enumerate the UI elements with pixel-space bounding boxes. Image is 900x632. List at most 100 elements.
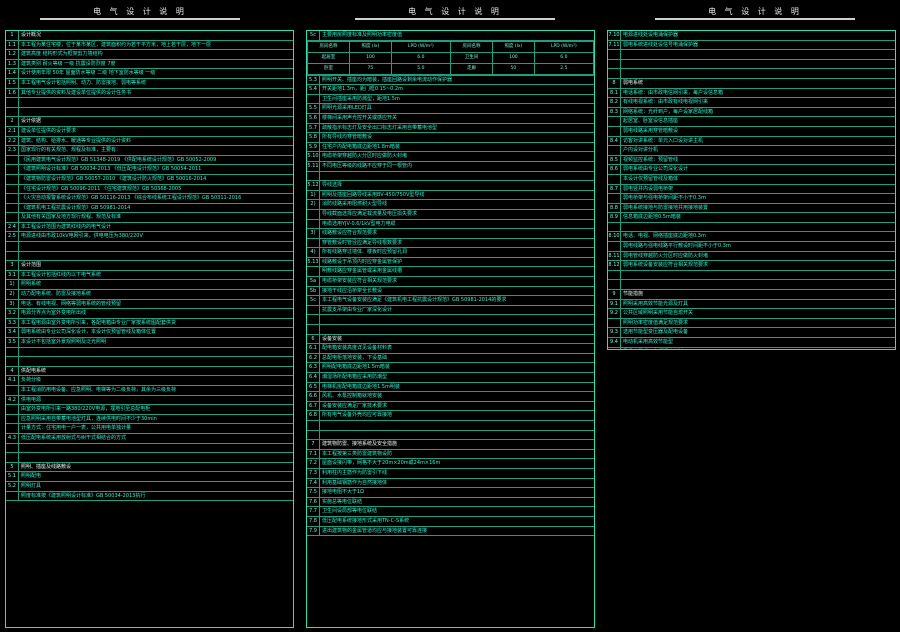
note-row: 8.2 有线电视系统：由市政有线电视网引来 bbox=[608, 98, 895, 108]
row-number: 8.2 bbox=[608, 98, 621, 107]
sheet-3: 7.10 电源进线处设电涌保护器 7.11 弱电系统进线处设信号电涌保护器 8 弱电系统 8… bbox=[607, 30, 896, 350]
row-number bbox=[307, 171, 320, 181]
note-row: 起居室、卧室设信息插座 bbox=[608, 117, 895, 127]
row-number: 8.8 bbox=[608, 203, 621, 213]
note-row: 2.4 本工程设计范围为建筑红线内的电气设计 bbox=[6, 222, 293, 233]
row-number bbox=[608, 146, 621, 155]
note-row: 7.3 利用柱内主筋作为防雷引下线 bbox=[307, 468, 594, 479]
note-text: 楼梯间采用声光控开关或感应开关 bbox=[322, 114, 398, 121]
note-text: 弱电线路采用穿管暗敷设 bbox=[623, 127, 679, 134]
row-number: 8.10 bbox=[608, 232, 621, 242]
title-3: 电 气 设 计 说 明 bbox=[708, 7, 802, 16]
note-text: 照明及插座回路导线采用BV-450/750V型导线 bbox=[322, 191, 425, 198]
illuminance-table: 5c 主要用房照度标准及照明功率密度值 房间名称 照度 (lx) LPD (W/m²… bbox=[307, 31, 594, 76]
note-text: 弱电系统进线处设信号电涌保护器 bbox=[623, 41, 699, 48]
row-number: 9.2 bbox=[608, 309, 621, 318]
note-text: 电话、电视、网络插座底边距地0.3m bbox=[623, 233, 706, 240]
row-number bbox=[608, 318, 621, 328]
note-row: 5.12 导线选择 bbox=[307, 181, 594, 191]
note-text: 电源进线处设电涌保护器 bbox=[623, 32, 679, 38]
note-text: 导线截面选择应满足载流量及电压损失要求 bbox=[322, 210, 418, 217]
table-cell: 6.0 bbox=[533, 51, 594, 64]
note-text: 住宅户内配电箱底边距地1.8m暗装 bbox=[322, 143, 400, 150]
note-row: 3.1 本工程设计包括红线内以下电气系统 bbox=[6, 270, 293, 281]
note-row: 5.2 照明灯具 bbox=[6, 481, 293, 492]
row-number: 5.3 bbox=[307, 75, 320, 85]
note-text: 总配电柜落地安装，下设基础 bbox=[322, 354, 388, 361]
title-1: 电 气 设 计 说 明 bbox=[93, 7, 187, 16]
note-text: 电动机采用高效节能型 bbox=[623, 339, 674, 345]
row-number bbox=[6, 174, 19, 184]
row-number: 8.3 bbox=[608, 107, 621, 117]
note-row bbox=[6, 443, 293, 454]
note-text: 本工程电气设计包括照明、动力、防雷接地、弱电等系统 bbox=[21, 79, 147, 86]
row-number: 3) bbox=[307, 229, 320, 238]
row-number: 3 bbox=[6, 261, 19, 270]
note-text: 本工程消防用电设备、应急照明、电梯等为二级负荷，其余为三级负荷 bbox=[21, 386, 177, 393]
note-row bbox=[6, 347, 293, 358]
note-text: 弱电桥架与强电桥架间距不小于0.3m bbox=[623, 195, 706, 202]
note-text: 电话、有线电视、网络等弱电系统的管线预留 bbox=[21, 300, 122, 307]
note-row: 6.2 总配电柜落地安装，下设基础 bbox=[307, 353, 594, 364]
row-number: 5.9 bbox=[307, 142, 320, 152]
note-row bbox=[307, 430, 594, 441]
note-text: 弱电系统设备安装应符合相关规范要求 bbox=[623, 262, 709, 269]
note-row: 计量方式：住宅用电一户一表，公共用电单独计量 bbox=[6, 424, 293, 434]
row-number bbox=[6, 184, 19, 194]
row-number: 5b bbox=[307, 286, 320, 296]
row-number: 4) bbox=[307, 248, 320, 257]
note-row: 8.6 弱电系统由专业公司深化设计 bbox=[608, 165, 895, 175]
row-number bbox=[307, 430, 320, 440]
row-number bbox=[6, 424, 19, 433]
note-text: 本工程设计包括红线内以下电气系统 bbox=[21, 271, 102, 278]
note-row: 弱电线路采用穿管暗敷设 bbox=[608, 126, 895, 137]
table-header-cell: LPD (W/m²) bbox=[533, 40, 594, 53]
row-number bbox=[6, 347, 19, 357]
note-row: 4) 所有线路穿过墙体、楼板时应预留孔洞 bbox=[307, 248, 594, 258]
row-number: 8.9 bbox=[608, 213, 621, 222]
note-row: 7 建筑物防雷、接地系统及安全措施 bbox=[307, 440, 594, 450]
note-text: 卫生间设局部等电位联结 bbox=[322, 508, 378, 515]
row-number: 3.1 bbox=[6, 270, 19, 280]
note-row: 6.5 电梯机房配电箱底边距地1.5m明装 bbox=[307, 382, 594, 393]
note-row: 1) 照明及插座回路导线采用BV-450/750V型导线 bbox=[307, 190, 594, 201]
note-text: 卫生间插座采用防溅型，距地1.5m bbox=[322, 95, 400, 102]
row-number bbox=[307, 325, 320, 334]
section-heading: 建筑物防雷、接地系统及安全措施 bbox=[322, 441, 398, 448]
note-row: 7.6 实施总等电位联结 bbox=[307, 497, 594, 508]
row-number: 2.2 bbox=[6, 136, 19, 146]
row-number bbox=[608, 117, 621, 126]
note-row: 9.1 照明采用高效节能光源及灯具 bbox=[608, 299, 895, 310]
note-text: 《火灾自动报警系统设计规范》GB 50116-2013 《综合布线系统工程设计规… bbox=[21, 195, 242, 202]
row-number: 8.1 bbox=[608, 88, 621, 98]
note-row: 8.9 信息箱底边距地0.5m暗装 bbox=[608, 213, 895, 223]
row-number: 2.3 bbox=[6, 146, 19, 155]
note-row: 3) 线路敷设应符合规范要求 bbox=[307, 229, 594, 239]
row-number bbox=[6, 251, 19, 261]
row-number bbox=[6, 357, 19, 366]
note-text: 屋面设接闪带，网格不大于20m×20m或24m×16m bbox=[322, 460, 441, 467]
note-text: 所有导线均穿管暗敷设 bbox=[322, 134, 373, 141]
section-heading: 弱电系统 bbox=[623, 79, 644, 86]
note-row: 明敷线路应穿金属管或采用金属线槽 bbox=[307, 267, 594, 278]
note-text: 有线电视系统：由市政有线电视网引来 bbox=[623, 99, 709, 106]
note-row: 3.3 本工程电源由室外变电所引来，各配电箱由专业厂家按系统图配套供货 bbox=[6, 318, 293, 329]
row-number: 9.4 bbox=[608, 338, 621, 347]
note-row: 《建筑照明设计标准》GB 50034-2013 《低压配电设计规范》GB 500… bbox=[6, 165, 293, 175]
row-number: 3.2 bbox=[6, 309, 19, 318]
note-text: 及其他有关国家及地方现行规程、规范及标准 bbox=[21, 214, 122, 221]
note-row: 照度标准按《建筑照明设计标准》GB 50034-2013执行 bbox=[6, 491, 293, 502]
row-number: 5c bbox=[307, 296, 320, 305]
note-text: 《建筑物防雷设计规范》GB 50057-2010 《建筑设计防火规范》GB 50… bbox=[21, 175, 207, 182]
row-number: 1) bbox=[6, 280, 19, 290]
note-text: 抗震支吊架由专业厂家深化设计 bbox=[322, 306, 393, 313]
section-heading: 设计范围 bbox=[21, 262, 42, 269]
row-number: 1.2 bbox=[6, 50, 19, 59]
row-number: 7 bbox=[307, 440, 320, 449]
note-text: 信息箱底边距地0.5m暗装 bbox=[623, 214, 681, 221]
note-row: 7.1 本工程按第三类防雷建筑物设防 bbox=[307, 449, 594, 460]
row-number bbox=[608, 126, 621, 136]
row-number bbox=[307, 94, 320, 104]
row-number: 2 bbox=[6, 117, 19, 126]
note-text: 建筑类别 耐火等级 一级 抗震设防烈度 7度 bbox=[21, 60, 116, 67]
